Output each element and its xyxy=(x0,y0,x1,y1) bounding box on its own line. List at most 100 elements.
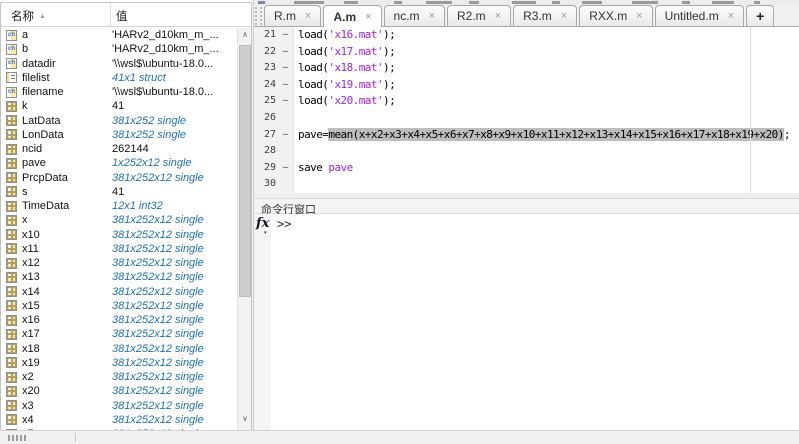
variable-name: datadir xyxy=(22,57,56,71)
table-row[interactable]: s41 xyxy=(2,185,236,199)
num-variable-icon xyxy=(6,386,17,397)
table-row[interactable]: x14381x252x12 single xyxy=(2,285,236,299)
close-icon[interactable]: × xyxy=(365,12,371,22)
table-row[interactable]: x381x252x12 single xyxy=(2,213,236,227)
num-variable-icon xyxy=(6,315,17,326)
num-variable-icon xyxy=(6,258,17,269)
scrollbar-thumb[interactable] xyxy=(239,45,251,297)
table-row[interactable]: x4381x252x12 single xyxy=(2,413,236,427)
variable-value: 12x1 int32 xyxy=(112,199,163,213)
variable-name: x16 xyxy=(22,313,40,327)
tab-rxx-m[interactable]: RXX.m× xyxy=(579,5,652,26)
line-exec-dash: – xyxy=(278,60,294,77)
char-variable-icon: ch xyxy=(6,58,17,69)
close-icon[interactable]: × xyxy=(429,11,435,21)
tab-label: Untitled.m xyxy=(665,9,719,23)
code-token-plain: load( xyxy=(298,45,328,58)
num-variable-icon xyxy=(6,158,17,169)
variable-name: x12 xyxy=(22,256,40,270)
close-icon[interactable]: × xyxy=(636,11,642,21)
column-header-name[interactable]: 名称▲ xyxy=(11,8,46,24)
table-row[interactable]: x12 381x252x12 single xyxy=(2,256,236,270)
code-line[interactable]: 23–load('x18.mat'); xyxy=(254,60,799,77)
code-line[interactable]: 24–load('x19.mat'); xyxy=(254,77,799,94)
table-row[interactable]: TimeData12x1 int32 xyxy=(2,199,236,213)
table-row[interactable]: PrcpData381x252x12 single xyxy=(2,171,236,185)
tab-a-m[interactable]: A.m× xyxy=(323,5,381,27)
command-window[interactable]: fx▾ >> xyxy=(254,214,799,430)
code-line[interactable]: 21–load('x16.mat'); xyxy=(254,27,799,44)
tab-r3-m[interactable]: R3.m× xyxy=(513,5,577,26)
workspace-scrollbar[interactable]: ∧ ∨ xyxy=(237,28,251,430)
close-icon[interactable]: × xyxy=(305,11,311,21)
table-row[interactable]: LonData381x252 single xyxy=(2,128,236,142)
code-line[interactable]: 28 xyxy=(254,143,799,160)
table-row[interactable]: x11381x252x12 single xyxy=(2,242,236,256)
variable-value: 381x252x12 single xyxy=(112,299,204,313)
close-icon[interactable]: × xyxy=(561,11,567,21)
table-row[interactable]: x20381x252x12 single xyxy=(2,384,236,398)
table-row[interactable]: LatData381x252 single xyxy=(2,114,236,128)
char-variable-icon: ch xyxy=(6,30,17,41)
table-row[interactable]: x17381x252x12 single xyxy=(2,327,236,341)
scroll-down-icon[interactable]: ∨ xyxy=(238,412,252,427)
table-row[interactable]: x19381x252x12 single xyxy=(2,356,236,370)
variable-name: PrcpData xyxy=(22,171,68,185)
table-row[interactable]: x3381x252x12 single xyxy=(2,399,236,413)
fx-caret-icon: ▾ xyxy=(264,230,267,236)
num-variable-icon xyxy=(6,286,17,297)
tab-r-m[interactable]: R.m × xyxy=(264,5,321,26)
scroll-up-icon[interactable]: ∧ xyxy=(238,28,252,43)
code-line[interactable]: 29–save pave xyxy=(254,160,799,177)
close-icon[interactable]: × xyxy=(728,11,734,21)
table-row[interactable]: filelist41x1 struct xyxy=(2,71,236,85)
tab-label: R.m xyxy=(274,9,296,23)
code-line[interactable]: 25–load('x20.mat'); xyxy=(254,93,799,110)
table-row[interactable]: x16381x252x12 single xyxy=(2,313,236,327)
table-row[interactable]: x10381x252x12 single xyxy=(2,228,236,242)
table-row[interactable]: chb'HARv2_d10km_m_... xyxy=(2,42,236,56)
code-line[interactable]: 30 xyxy=(254,176,799,193)
code-line[interactable]: 26 xyxy=(254,110,799,127)
tab-label: R2.m xyxy=(457,9,486,23)
table-row[interactable]: x18381x252x12 single xyxy=(2,342,236,356)
tab-nc-m[interactable]: nc.m × xyxy=(384,5,445,26)
new-tab-button[interactable]: + xyxy=(746,5,774,26)
tab-label: nc.m xyxy=(394,9,420,23)
code-editor[interactable]: 21–load('x16.mat');22–load('x17.mat');23… xyxy=(254,27,799,193)
variable-value: 381x252x12 single xyxy=(112,285,204,299)
num-variable-icon xyxy=(6,229,17,240)
variable-value: 381x252x12 single xyxy=(112,228,204,242)
column-divider[interactable] xyxy=(110,3,111,27)
command-prompt: >> xyxy=(277,217,291,231)
hscroll-grip-icon[interactable] xyxy=(8,435,26,441)
table-row[interactable]: k41 xyxy=(2,99,236,113)
column-header-value[interactable]: 值 xyxy=(116,8,128,24)
tab-r2-m[interactable]: R2.m × xyxy=(447,5,511,26)
fx-button[interactable]: fx▾ xyxy=(256,216,269,231)
table-row[interactable]: ncid262144 xyxy=(2,142,236,156)
tab-untitled-m[interactable]: Untitled.m × xyxy=(655,5,744,26)
right-margin-ruler xyxy=(750,27,751,193)
table-row[interactable]: x15381x252x12 single xyxy=(2,299,236,313)
table-row[interactable]: x2381x252x12 single xyxy=(2,370,236,384)
code-line[interactable]: 22–load('x17.mat'); xyxy=(254,44,799,61)
table-row[interactable]: chdatadir'\\wsl$\ubuntu-18.0... xyxy=(2,57,236,71)
line-number: 27 xyxy=(254,127,278,144)
code-token-plain: pave= xyxy=(298,128,328,141)
table-row[interactable]: pave1x252x12 single xyxy=(2,156,236,170)
code-text xyxy=(294,176,298,193)
code-text: load('x20.mat'); xyxy=(294,93,395,110)
variable-value: 381x252x12 single xyxy=(112,370,204,384)
variable-value: 381x252x12 single xyxy=(112,256,204,270)
table-row[interactable]: chfilename'\\wsl$\ubuntu-18.0... xyxy=(2,85,236,99)
code-line[interactable]: 27–pave=mean(x+x2+x3+x4+x5+x6+x7+x8+x9+x… xyxy=(254,127,799,144)
table-row[interactable]: x13381x252x12 single xyxy=(2,270,236,284)
tabbar-grip-icon[interactable] xyxy=(255,7,262,25)
table-row[interactable]: cha'HARv2_d10km_m_... xyxy=(2,28,236,42)
line-exec-dash: – xyxy=(278,44,294,61)
command-window-header[interactable]: 命令行窗口 xyxy=(254,198,799,214)
close-icon[interactable]: × xyxy=(495,11,501,21)
workspace-header: 名称▲ 值 xyxy=(1,3,251,27)
code-token-plain: ); xyxy=(383,78,395,91)
